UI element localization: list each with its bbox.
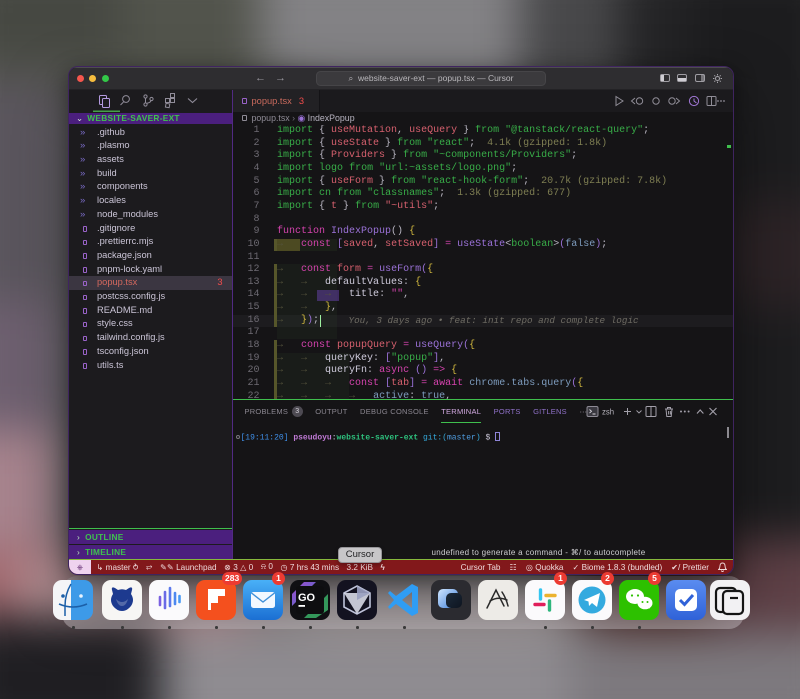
svg-text:GO: GO — [298, 592, 316, 604]
svg-text:zsh: zsh — [602, 408, 614, 417]
